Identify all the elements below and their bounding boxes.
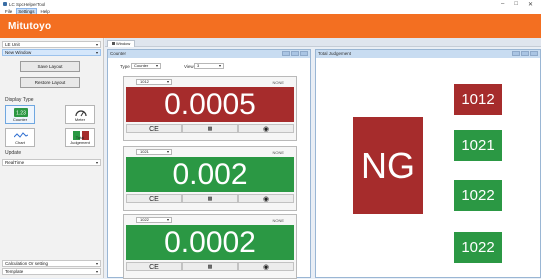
update-dropdown[interactable]: RealTime ▾	[2, 159, 101, 166]
judgement-tag: 1022	[454, 232, 502, 263]
restore-layout-button[interactable]: Restore Layout	[20, 77, 80, 88]
menu-file[interactable]: File	[4, 9, 13, 14]
counter-channel-dropdown[interactable]: 1022 ▾	[136, 217, 172, 223]
counter-card: 1021 ▾ NONE 0.002 CE ▩ ◉	[123, 146, 297, 211]
left-panel: LE Unit ▾ New Window ▾ Save Layout Restore…	[0, 38, 104, 278]
display-type-label: Display Type	[5, 97, 34, 103]
view-dropdown[interactable]: 3 ▾	[194, 63, 224, 69]
counter-card: 1022 ▾ NONE 0.0002 CE ▩ ◉	[123, 214, 297, 279]
chevron-down-icon: ▾	[95, 42, 98, 47]
chevron-down-icon: ▾	[95, 269, 98, 274]
save-layout-button[interactable]: Save Layout	[20, 61, 80, 72]
update-label: Update	[5, 150, 22, 156]
panel-controls	[282, 51, 308, 56]
app-icon	[3, 2, 7, 6]
total-judgement-result: NG	[353, 117, 423, 214]
chevron-down-icon: ▾	[95, 160, 98, 165]
judgement-panel-header: Total Judgement	[316, 50, 540, 58]
ce-button[interactable]: CE	[126, 124, 182, 133]
counter-unit: NONE	[272, 150, 284, 155]
counter-toolbar: CE ▩ ◉	[126, 194, 294, 203]
eye-icon[interactable]: ◉	[238, 194, 294, 203]
chevron-down-icon: ▾	[95, 50, 98, 55]
chevron-down-icon: ▾	[166, 149, 169, 154]
panel-maximize-button[interactable]	[521, 51, 529, 56]
counter-panel-header: Counter	[108, 50, 310, 58]
eye-icon[interactable]: ◉	[238, 262, 294, 271]
counter-toolbar: CE ▩ ◉	[126, 124, 294, 133]
judgement-tag: 1021	[454, 130, 502, 161]
chevron-down-icon: ▾	[95, 261, 98, 266]
display-type-total-judgement[interactable]: Total Judgement	[65, 128, 95, 147]
chevron-down-icon: ▾	[166, 217, 169, 222]
chevron-down-icon: ▾	[166, 79, 169, 84]
calculation-dropdown[interactable]: Calculation Or setting ▾	[2, 260, 101, 267]
maximize-button[interactable]: □	[514, 1, 518, 8]
tab-strip: Window	[105, 38, 541, 47]
brand-bar	[0, 14, 541, 38]
meter-icon	[75, 110, 87, 117]
counter-value: 0.0005	[126, 87, 294, 122]
counter-value: 0.002	[126, 157, 294, 192]
clear-icon[interactable]: ▩	[182, 124, 238, 133]
panel-controls	[512, 51, 538, 56]
unit-dropdown[interactable]: LE Unit ▾	[2, 41, 101, 48]
panel-maximize-button[interactable]	[291, 51, 299, 56]
app-title: LC SpcHelperTool	[9, 1, 46, 7]
ce-button[interactable]: CE	[126, 194, 182, 203]
window-tab-icon	[112, 42, 115, 45]
brand-logo: Mitutoyo	[8, 21, 52, 32]
minimize-button[interactable]: –	[501, 1, 504, 8]
window-dropdown[interactable]: New Window ▾	[2, 49, 101, 56]
type-label: Type	[120, 64, 130, 69]
clear-icon[interactable]: ▩	[182, 262, 238, 271]
close-button[interactable]: ✕	[528, 1, 533, 8]
counter-unit: NONE	[272, 80, 284, 85]
panel-close-button[interactable]	[300, 51, 308, 56]
panel-close-button[interactable]	[530, 51, 538, 56]
panel-minimize-button[interactable]	[512, 51, 520, 56]
chart-icon	[14, 132, 28, 138]
total-judgement-panel: Total Judgement NG 1012 1021 1022 1022	[315, 49, 541, 278]
chevron-down-icon: ▾	[218, 63, 221, 68]
svg-text:1.23: 1.23	[16, 111, 26, 117]
counter-toolbar: CE ▩ ◉	[126, 262, 294, 271]
type-dropdown[interactable]: Counter ▾	[131, 63, 161, 69]
template-dropdown[interactable]: Template ▾	[2, 268, 101, 275]
display-type-counter[interactable]: 1.23 Counter	[5, 105, 35, 124]
counter-channel-dropdown[interactable]: 1021 ▾	[136, 149, 172, 155]
title-bar: LC SpcHelperTool – □ ✕	[0, 0, 541, 8]
menu-help[interactable]: Help	[40, 9, 51, 14]
window-controls: – □ ✕	[501, 1, 541, 8]
tab-window[interactable]: Window	[107, 40, 136, 47]
counter-panel: Counter Type Counter ▾ View 3 ▾ 1012 ▾ NONE…	[107, 49, 311, 279]
eye-icon[interactable]: ◉	[238, 124, 294, 133]
counter-channel-dropdown[interactable]: 1012 ▾	[136, 79, 172, 85]
judgement-tag: 1012	[454, 84, 502, 115]
chevron-down-icon: ▾	[155, 63, 158, 68]
judgement-tag: 1022	[454, 180, 502, 211]
display-type-chart[interactable]: Chart	[5, 128, 35, 147]
ce-button[interactable]: CE	[126, 262, 182, 271]
counter-card: 1012 ▾ NONE 0.0005 CE ▩ ◉	[123, 76, 297, 141]
counter-icon: 1.23	[14, 108, 28, 117]
clear-icon[interactable]: ▩	[182, 194, 238, 203]
panel-minimize-button[interactable]	[282, 51, 290, 56]
counter-unit: NONE	[272, 218, 284, 223]
view-label: View	[184, 64, 194, 69]
display-type-meter[interactable]: Meter	[65, 105, 95, 124]
counter-value: 0.0002	[126, 225, 294, 260]
